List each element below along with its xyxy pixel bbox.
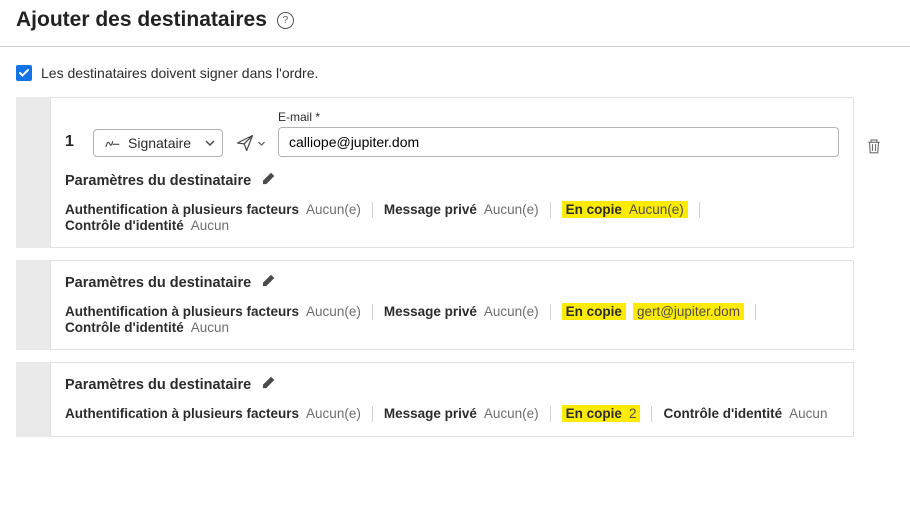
recipient-settings-title: Paramètres du destinataire (65, 173, 251, 189)
cc-label: En copie (566, 202, 622, 217)
separator (550, 406, 551, 422)
edit-settings-button[interactable] (261, 171, 276, 191)
chevron-down-icon (257, 139, 266, 148)
cc-label: En copie (562, 303, 626, 320)
email-input[interactable] (278, 127, 839, 157)
sign-order-checkbox[interactable] (16, 65, 32, 81)
check-icon (18, 67, 30, 79)
sign-order-label: Les destinataires doivent signer dans l'… (41, 65, 318, 81)
recipient-settings-title: Paramètres du destinataire (65, 275, 251, 291)
role-text: Signataire (128, 135, 196, 151)
cc-value: Aucun(e) (629, 202, 684, 217)
role-dropdown[interactable]: Signataire (93, 129, 223, 157)
separator (550, 304, 551, 320)
mfa-label: Authentification à plusieurs facteurs (65, 406, 299, 421)
separator (372, 406, 373, 422)
recipient-settings-title: Paramètres du destinataire (65, 377, 251, 393)
identity-label: Contrôle d'identité (65, 320, 184, 335)
private-message-value: Aucun(e) (484, 406, 539, 421)
drag-handle[interactable] (16, 97, 50, 248)
mfa-value: Aucun(e) (306, 304, 361, 319)
mfa-value: Aucun(e) (306, 202, 361, 217)
trash-icon (865, 137, 883, 155)
cc-label: En copie (566, 406, 622, 421)
private-message-label: Message privé (384, 304, 477, 319)
recipient-number: 1 (65, 133, 77, 151)
signature-icon (104, 135, 120, 151)
identity-label: Contrôle d'identité (663, 406, 782, 421)
private-message-value: Aucun(e) (484, 202, 539, 217)
separator (550, 202, 551, 218)
identity-value: Aucun (789, 406, 827, 421)
pencil-icon (261, 171, 276, 186)
mfa-label: Authentification à plusieurs facteurs (65, 202, 299, 217)
page-title: Ajouter des destinataires (16, 8, 267, 32)
drag-handle[interactable] (16, 362, 50, 437)
pencil-icon (261, 375, 276, 390)
private-message-label: Message privé (384, 202, 477, 217)
chevron-down-icon (204, 137, 216, 149)
cc-value: 2 (629, 406, 637, 421)
separator (699, 202, 700, 218)
separator (755, 304, 756, 320)
identity-value: Aucun (191, 218, 229, 233)
identity-value: Aucun (191, 320, 229, 335)
identity-label: Contrôle d'identité (65, 218, 184, 233)
cc-value: gert@jupiter.dom (633, 303, 744, 320)
send-from-dropdown[interactable] (235, 133, 266, 153)
paper-plane-icon (235, 133, 255, 153)
separator (372, 304, 373, 320)
delete-recipient-button[interactable] (865, 137, 883, 160)
help-icon[interactable]: ? (277, 12, 294, 29)
email-field-label: E-mail * (278, 110, 839, 124)
separator (651, 406, 652, 422)
pencil-icon (261, 273, 276, 288)
private-message-label: Message privé (384, 406, 477, 421)
edit-settings-button[interactable] (261, 375, 276, 395)
mfa-label: Authentification à plusieurs facteurs (65, 304, 299, 319)
separator (372, 202, 373, 218)
drag-handle[interactable] (16, 260, 50, 350)
edit-settings-button[interactable] (261, 273, 276, 293)
private-message-value: Aucun(e) (484, 304, 539, 319)
mfa-value: Aucun(e) (306, 406, 361, 421)
